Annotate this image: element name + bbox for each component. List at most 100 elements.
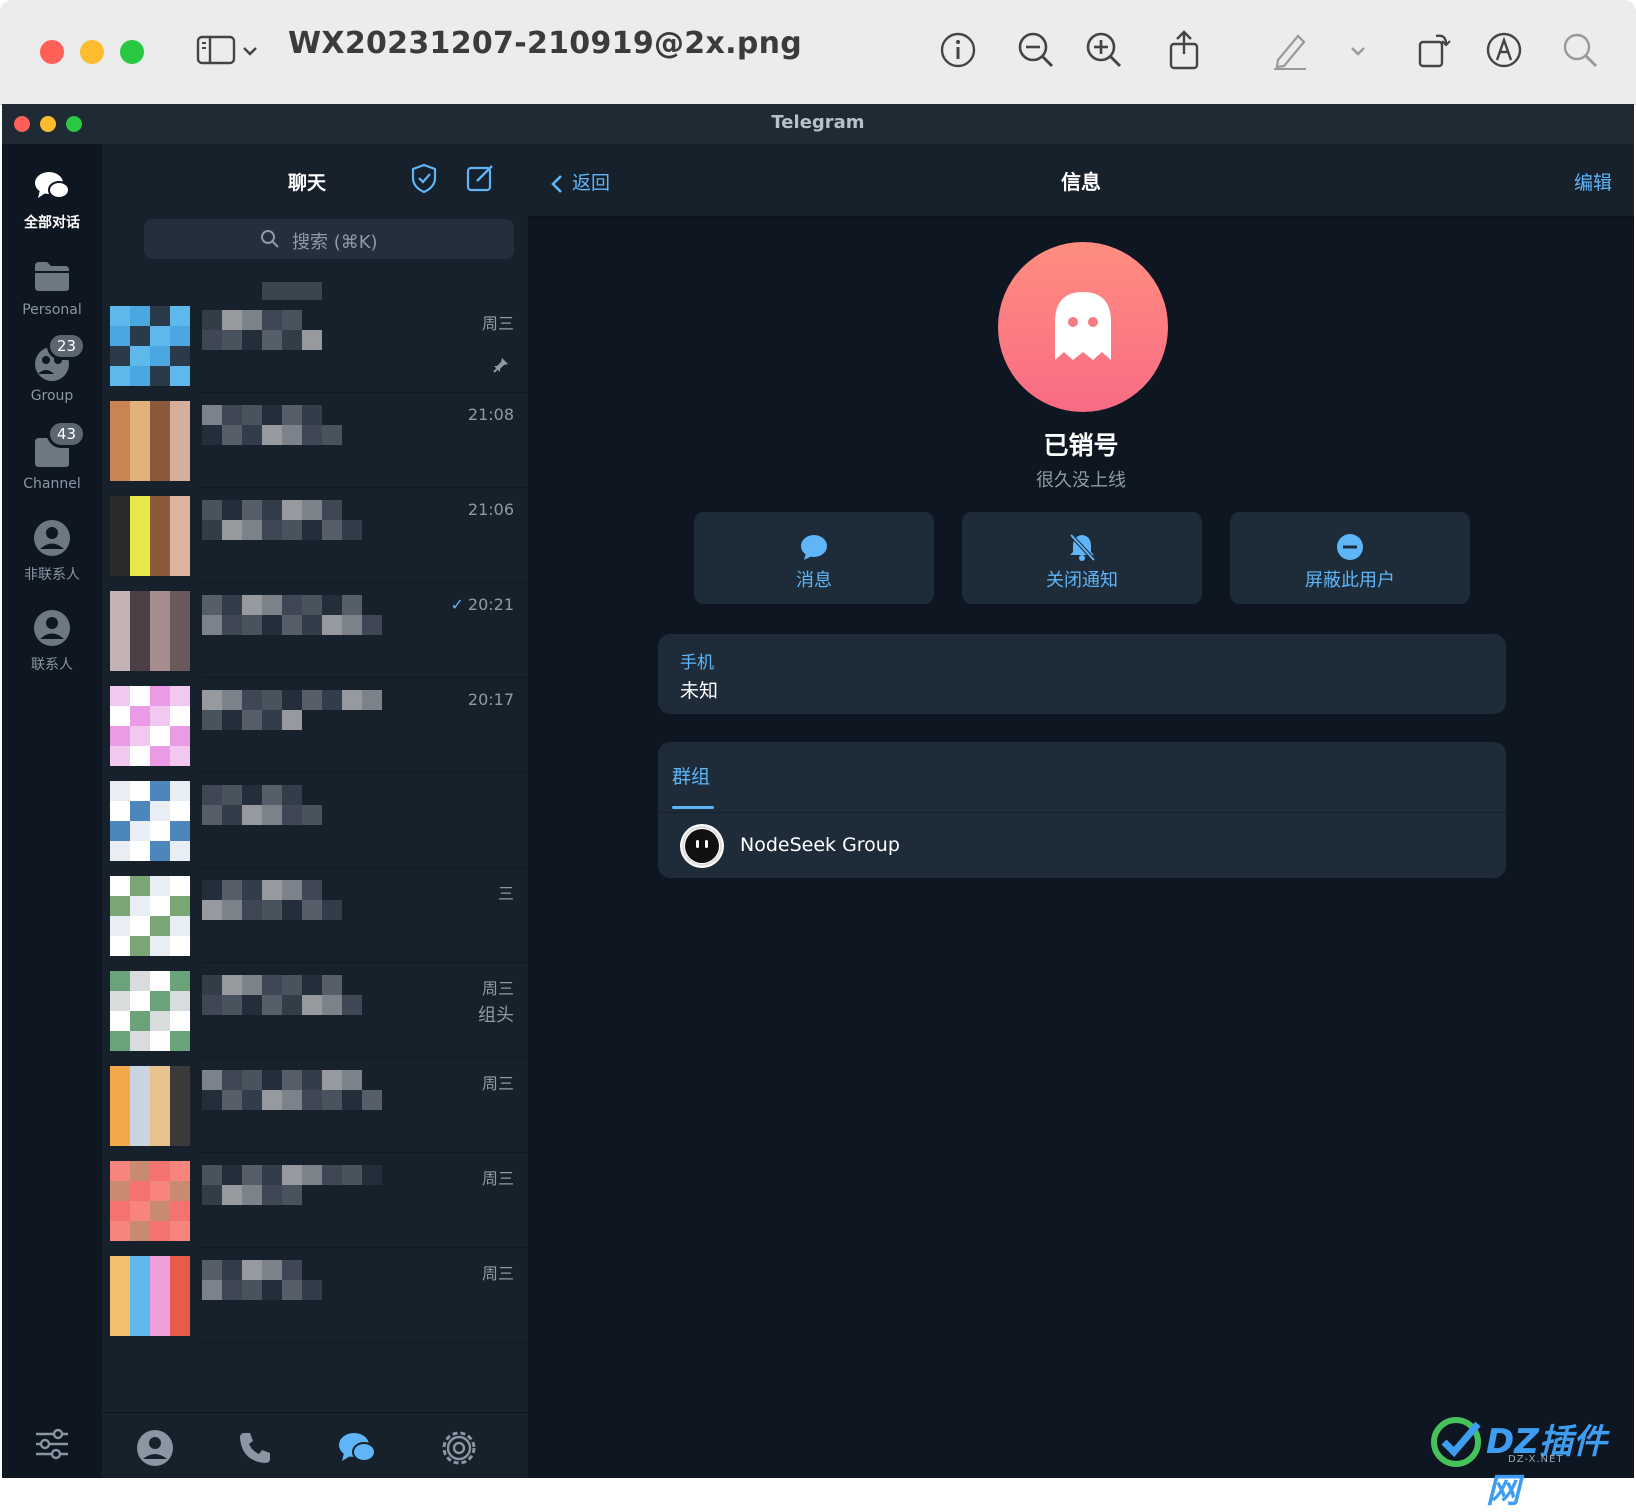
- edit-button[interactable]: 编辑: [1574, 168, 1612, 195]
- blurred-content: [202, 710, 222, 730]
- chat-list-item[interactable]: 20:17: [102, 674, 528, 773]
- blurred-content: [282, 710, 302, 730]
- phone-value[interactable]: 未知: [680, 676, 718, 703]
- chat-list-item[interactable]: 周三: [102, 294, 528, 393]
- blurred-content: [222, 880, 242, 900]
- zoom-out-icon[interactable]: [1014, 28, 1058, 72]
- avatar: [110, 1256, 190, 1336]
- chevron-down-icon[interactable]: [1346, 28, 1370, 72]
- blurred-content: [202, 995, 222, 1015]
- action-label: 屏蔽此用户: [1305, 570, 1395, 591]
- blurred-content: [262, 615, 282, 635]
- blurred-content: [242, 785, 262, 805]
- folder-all-chats[interactable]: 全部对话: [2, 166, 102, 232]
- search-input[interactable]: 搜索 (⌘K): [144, 219, 514, 259]
- compose-icon[interactable]: [464, 162, 496, 194]
- avatar: [110, 781, 190, 861]
- markup-pen-icon[interactable]: [1268, 28, 1312, 72]
- list-item[interactable]: NodeSeek Group: [658, 814, 1506, 876]
- avatar: [110, 401, 190, 481]
- blurred-content: [222, 520, 242, 540]
- blurred-content: [282, 1280, 302, 1300]
- sidebar-icon[interactable]: [194, 28, 238, 72]
- tab-groups[interactable]: 群组: [672, 762, 710, 789]
- folder-personal[interactable]: Personal: [2, 256, 102, 318]
- ghost-icon: [1055, 292, 1111, 360]
- chat-list-item[interactable]: 三: [102, 864, 528, 963]
- settings-tab-icon[interactable]: [438, 1427, 480, 1469]
- chat-list-item[interactable]: 21:06: [102, 484, 528, 583]
- chat-list-item[interactable]: 21:08: [102, 389, 528, 488]
- blurred-content: [282, 900, 302, 920]
- blurred-content: [222, 1280, 242, 1300]
- annotate-icon[interactable]: [1482, 28, 1526, 72]
- chat-time: 周三: [481, 979, 514, 998]
- blurred-content: [302, 425, 322, 445]
- zoom-in-icon[interactable]: [1082, 28, 1126, 72]
- folder-non-contacts[interactable]: 非联系人: [2, 518, 102, 584]
- filters-settings-icon[interactable]: [32, 1424, 72, 1464]
- blurred-content: [242, 690, 262, 710]
- chat-list-item[interactable]: 周三: [102, 1244, 528, 1343]
- block-icon: [1335, 532, 1365, 562]
- rotate-icon[interactable]: [1412, 28, 1456, 72]
- share-icon[interactable]: [1162, 28, 1206, 72]
- telegram-window: Telegram 全部对话 Personal 23 Group 43 Chann…: [2, 104, 1634, 1478]
- blurred-content: [282, 1090, 302, 1110]
- blurred-content: [282, 1165, 302, 1185]
- blurred-content: [262, 880, 282, 900]
- blurred-content: [322, 690, 342, 710]
- folder-channel[interactable]: 43 Channel: [2, 420, 102, 492]
- mute-button[interactable]: 关闭通知: [962, 512, 1202, 604]
- folder-group[interactable]: 23 Group: [2, 332, 102, 404]
- blurred-content: [282, 595, 302, 615]
- minimize-window-button[interactable]: [80, 40, 104, 64]
- info-icon[interactable]: [936, 28, 980, 72]
- blurred-content: [262, 1090, 282, 1110]
- close-window-button[interactable]: [40, 40, 64, 64]
- calls-tab-icon[interactable]: [234, 1427, 276, 1469]
- contacts-tab-icon[interactable]: [134, 1427, 176, 1469]
- avatar[interactable]: [998, 242, 1168, 412]
- blurred-content: [262, 690, 282, 710]
- blurred-content: [262, 425, 282, 445]
- blurred-content: [262, 710, 282, 730]
- blurred-content: [262, 785, 282, 805]
- blurred-content: [242, 710, 262, 730]
- avatar: [110, 971, 190, 1051]
- search-icon[interactable]: [1558, 28, 1602, 72]
- folder-contacts[interactable]: 联系人: [2, 608, 102, 674]
- chat-time-wrap: ✓ 20:21: [450, 595, 514, 614]
- chevron-down-icon[interactable]: [238, 28, 262, 72]
- preview-toolbar: WX20231207-210919@2x.png: [0, 0, 1636, 105]
- chat-list-item[interactable]: 周三 组头: [102, 959, 528, 1058]
- info-header: 返回 信息 编辑: [528, 144, 1634, 217]
- chat-list-item[interactable]: ✓ 20:21: [102, 579, 528, 678]
- blurred-content: [242, 1280, 262, 1300]
- blurred-content: [322, 1165, 342, 1185]
- blurred-content: [302, 900, 322, 920]
- action-label: 关闭通知: [1046, 570, 1118, 591]
- blurred-content: [242, 880, 262, 900]
- blurred-content: [302, 975, 322, 995]
- chat-list-header: 聊天: [102, 144, 528, 214]
- chat-list-item[interactable]: [102, 769, 528, 868]
- blurred-content: [202, 785, 222, 805]
- block-user-button[interactable]: 屏蔽此用户: [1230, 512, 1470, 604]
- blurred-content: [282, 975, 302, 995]
- chat-list-item[interactable]: 周三: [102, 1054, 528, 1153]
- blurred-content: [322, 1090, 342, 1110]
- chat-time: 三: [497, 884, 514, 903]
- blurred-content: [242, 900, 262, 920]
- zoom-window-button[interactable]: [120, 40, 144, 64]
- blurred-content: [222, 330, 242, 350]
- message-button[interactable]: 消息: [694, 512, 934, 604]
- blurred-content: [242, 805, 262, 825]
- chats-tab-icon[interactable]: [336, 1427, 378, 1469]
- blurred-content: [202, 805, 222, 825]
- folder-icon: [32, 256, 72, 296]
- avatar: [110, 686, 190, 766]
- blurred-content: [342, 1165, 362, 1185]
- chat-list-item[interactable]: 周三: [102, 1149, 528, 1248]
- shield-icon[interactable]: [408, 162, 440, 194]
